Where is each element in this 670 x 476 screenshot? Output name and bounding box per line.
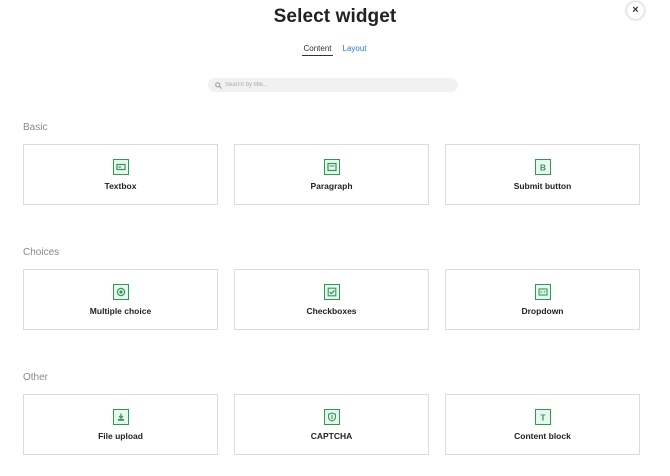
widget-label: Checkboxes xyxy=(306,306,357,316)
widget-card-checkboxes[interactable]: Checkboxes xyxy=(234,269,429,330)
tab-layout[interactable]: Layout xyxy=(342,44,368,56)
search-icon xyxy=(215,81,222,89)
search-bar[interactable] xyxy=(208,78,458,92)
section-label-basic: Basic xyxy=(23,122,48,133)
dropdown-icon xyxy=(534,284,551,300)
widget-card-content-block[interactable]: T Content block xyxy=(445,394,640,455)
tab-bar: Content Layout xyxy=(0,44,670,56)
tab-content[interactable]: Content xyxy=(302,44,333,56)
text-block-icon: T xyxy=(534,409,551,425)
radio-icon xyxy=(112,284,129,300)
svg-text:B: B xyxy=(539,162,545,172)
widget-label: Dropdown xyxy=(521,306,564,316)
search-input[interactable] xyxy=(225,82,445,88)
upload-icon xyxy=(112,409,129,425)
close-button[interactable]: × xyxy=(627,2,644,19)
widget-card-submit-button[interactable]: B Submit button xyxy=(445,144,640,205)
widget-label: Submit button xyxy=(513,181,572,191)
paragraph-icon xyxy=(323,159,340,175)
section-label-choices: Choices xyxy=(23,247,60,258)
widget-card-dropdown[interactable]: Dropdown xyxy=(445,269,640,330)
widget-card-textbox[interactable]: Textbox xyxy=(23,144,218,205)
widget-card-paragraph[interactable]: Paragraph xyxy=(234,144,429,205)
submit-button-icon: B xyxy=(534,159,551,175)
widget-card-file-upload[interactable]: File upload xyxy=(23,394,218,455)
widget-label: CAPTCHA xyxy=(310,431,353,441)
page-title: Select widget xyxy=(273,6,397,27)
shield-icon xyxy=(323,409,340,425)
widget-card-captcha[interactable]: CAPTCHA xyxy=(234,394,429,455)
widget-label: File upload xyxy=(98,431,143,441)
widget-label: Content block xyxy=(514,431,571,441)
widget-label: Textbox xyxy=(104,181,137,191)
section-label-other: Other xyxy=(23,372,49,383)
svg-text:T: T xyxy=(540,412,546,422)
textbox-icon xyxy=(112,159,129,175)
widget-label: Paragraph xyxy=(310,181,353,191)
widget-card-multiple-choice[interactable]: Multiple choice xyxy=(23,269,218,330)
widget-label: Multiple choice xyxy=(89,306,152,316)
checkbox-icon xyxy=(323,284,340,300)
